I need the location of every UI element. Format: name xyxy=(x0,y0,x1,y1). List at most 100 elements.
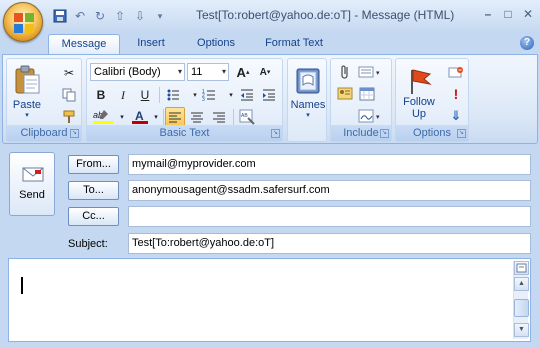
clipboard-group: Paste ▾ ✂ Clipboard ↘ xyxy=(6,58,82,142)
font-name-dropdown-icon: ▾ xyxy=(177,67,182,76)
subject-field[interactable]: Test[To:robert@yahoo.de:oT] xyxy=(128,233,531,254)
maximize-button[interactable]: □ xyxy=(500,6,516,22)
window-controls: – □ ✕ xyxy=(480,6,536,22)
paste-dropdown-icon: ▾ xyxy=(25,112,29,119)
follow-up-flag-icon xyxy=(411,69,432,94)
shrink-font-icon[interactable]: A ▾ xyxy=(255,62,275,82)
options-group: Follow Up ! ⇓ Options ↘ xyxy=(395,58,469,142)
basic-text-group-label: Basic Text xyxy=(87,125,282,141)
bullets-icon[interactable] xyxy=(163,85,183,105)
names-label: Names xyxy=(290,99,326,111)
tab-format-text[interactable]: Format Text xyxy=(254,34,334,54)
separator xyxy=(163,109,164,125)
paste-label: Paste xyxy=(12,99,42,111)
font-name-value: Calibri (Body) xyxy=(94,66,161,78)
names-button[interactable]: Names ▾ xyxy=(290,61,326,125)
low-importance-icon[interactable]: ⇓ xyxy=(446,106,466,126)
svg-text:▾: ▾ xyxy=(376,70,380,77)
from-button[interactable]: From... xyxy=(68,155,119,174)
separator xyxy=(233,109,234,125)
signature-icon[interactable]: ▾ xyxy=(357,106,385,126)
clipboard-launcher-icon[interactable]: ↘ xyxy=(70,129,79,138)
svg-text:AB: AB xyxy=(241,113,248,119)
attach-file-icon[interactable] xyxy=(335,62,355,82)
font-name-combo[interactable]: Calibri (Body) ▾ xyxy=(90,63,185,81)
svg-text:▾: ▾ xyxy=(376,114,380,121)
address-book-icon xyxy=(296,68,320,94)
basic-text-launcher-icon[interactable]: ↘ xyxy=(271,129,280,138)
styles-icon[interactable]: AB xyxy=(237,107,257,127)
compose-area: Send From... mymail@myprovider.com To...… xyxy=(0,146,540,347)
send-button[interactable]: Send xyxy=(9,152,55,216)
send-icon xyxy=(22,167,44,182)
decrease-indent-icon[interactable] xyxy=(237,85,257,105)
highlight-dropdown-icon[interactable]: ▾ xyxy=(117,107,127,127)
vertical-scrollbar[interactable]: ▲ ▼ xyxy=(513,261,529,339)
names-dropdown-icon: ▾ xyxy=(306,112,310,119)
attach-item-icon[interactable]: ▾ xyxy=(357,62,385,82)
customize-icon[interactable]: ▾ xyxy=(152,8,168,24)
font-color-dropdown-icon[interactable]: ▾ xyxy=(151,107,161,127)
cut-icon[interactable]: ✂ xyxy=(59,63,79,83)
separator xyxy=(159,87,160,103)
office-logo-icon xyxy=(14,13,34,33)
align-left-icon[interactable] xyxy=(165,107,185,127)
close-button[interactable]: ✕ xyxy=(520,6,536,22)
include-launcher-icon[interactable]: ↘ xyxy=(380,129,389,138)
svg-text:3: 3 xyxy=(202,97,205,102)
basic-text-group: Calibri (Body) ▾ 11 ▾ A ▴ A ▾ B I U ▾ 123 … xyxy=(86,58,283,142)
from-field[interactable]: mymail@myprovider.com xyxy=(128,154,531,175)
business-card-icon[interactable] xyxy=(335,84,355,104)
undo-icon[interactable]: ↶ xyxy=(72,8,88,24)
ruler-toggle-icon[interactable] xyxy=(514,261,529,275)
follow-up-button[interactable]: Follow Up xyxy=(398,61,440,125)
permission-icon[interactable] xyxy=(446,62,466,82)
title-bar: ↶ ↻ ⇧ ⇩ ▾ Test[To:robert@yahoo.de:oT] - … xyxy=(0,0,540,32)
to-field[interactable]: anonymousagent@ssadm.safersurf.com xyxy=(128,180,531,201)
quick-access-toolbar: ↶ ↻ ⇧ ⇩ ▾ xyxy=(52,7,168,25)
subject-label: Subject: xyxy=(68,238,108,250)
bold-button[interactable]: B xyxy=(91,85,111,105)
paste-button[interactable]: Paste ▾ xyxy=(11,62,43,122)
align-right-icon[interactable] xyxy=(209,107,229,127)
save-icon[interactable] xyxy=(52,8,68,24)
highlight-button[interactable]: ab xyxy=(91,107,117,127)
window-title: Test[To:robert@yahoo.de:oT] - Message (H… xyxy=(196,8,455,22)
high-importance-icon[interactable]: ! xyxy=(446,84,466,104)
ribbon: Paste ▾ ✂ Clipboard ↘ Calibri (Body) ▾ 1… xyxy=(2,54,538,144)
help-icon[interactable]: ? xyxy=(520,36,534,50)
office-button[interactable] xyxy=(3,2,43,42)
to-button[interactable]: To... xyxy=(68,181,119,200)
up-icon[interactable]: ⇧ xyxy=(112,8,128,24)
scrollbar-thumb[interactable] xyxy=(514,299,529,317)
tab-message[interactable]: Message xyxy=(48,34,120,54)
redo-icon[interactable]: ↻ xyxy=(92,8,108,24)
minimize-button[interactable]: – xyxy=(480,6,496,22)
options-launcher-icon[interactable]: ↘ xyxy=(457,129,466,138)
calendar-icon[interactable] xyxy=(357,84,377,104)
include-group: ▾ ▾ Include ↘ xyxy=(330,58,392,142)
font-size-combo[interactable]: 11 ▾ xyxy=(187,63,229,81)
increase-indent-icon[interactable] xyxy=(259,85,279,105)
down-icon[interactable]: ⇩ xyxy=(132,8,148,24)
message-body[interactable]: ▲ ▼ xyxy=(8,258,531,342)
scroll-down-icon[interactable]: ▼ xyxy=(514,323,529,337)
send-label: Send xyxy=(19,189,45,201)
font-color-text: A xyxy=(135,109,144,123)
cc-button[interactable]: Cc... xyxy=(68,207,119,226)
format-painter-icon[interactable] xyxy=(59,107,79,127)
ribbon-tabs: Message Insert Options Format Text xyxy=(0,32,540,54)
text-caret xyxy=(21,277,23,294)
font-size-dropdown-icon: ▾ xyxy=(221,67,226,76)
underline-button[interactable]: U xyxy=(135,85,155,105)
cc-field[interactable] xyxy=(128,206,531,227)
scroll-up-icon[interactable]: ▲ xyxy=(514,277,529,291)
grow-font-icon[interactable]: A ▴ xyxy=(233,62,253,82)
tab-options[interactable]: Options xyxy=(184,34,248,54)
copy-icon[interactable] xyxy=(59,85,79,105)
align-center-icon[interactable] xyxy=(187,107,207,127)
italic-button[interactable]: I xyxy=(113,85,133,105)
numbering-icon[interactable]: 123 xyxy=(199,85,219,105)
tab-insert[interactable]: Insert xyxy=(124,34,178,54)
font-color-button[interactable]: A xyxy=(129,107,151,127)
